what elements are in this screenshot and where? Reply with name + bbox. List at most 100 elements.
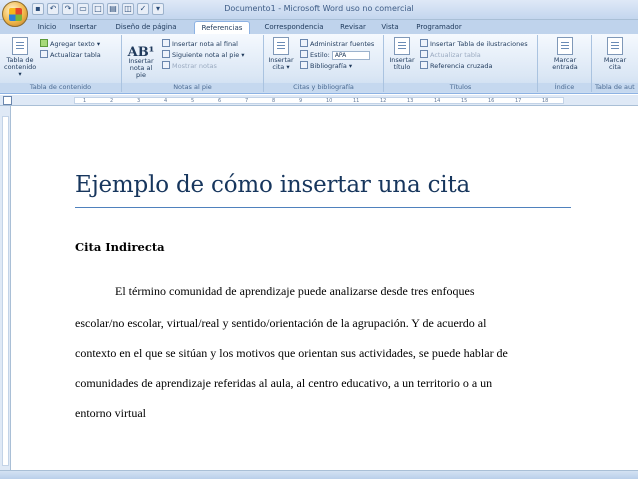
insert-endnote-label: Insertar nota al final (172, 40, 238, 48)
group-label-citations: Citas y bibliografía (264, 83, 383, 92)
insert-citation-button[interactable]: Insertar cita ▾ (266, 37, 296, 71)
style-label: Estilo: (310, 51, 330, 59)
insert-footnote-label: Insertar nota al pie (128, 57, 154, 79)
tab-inicio[interactable]: Inicio (33, 21, 61, 34)
title-underline (75, 207, 571, 208)
citation-style-select[interactable]: Estilo: APA (300, 50, 370, 60)
show-notes-label: Mostrar notas (172, 62, 217, 70)
ruler-mark: 11 (353, 98, 360, 104)
table-of-figures-icon (420, 39, 428, 47)
ruler-mark: 1 (83, 98, 87, 104)
insert-citation-label: Insertar cita ▾ (268, 56, 294, 71)
group-notas-al-pie: AB¹ Insertar nota al pie Insertar nota a… (122, 35, 264, 92)
ruler-bar: 1 2 3 4 5 6 7 8 9 10 11 12 13 14 15 16 17 18 (74, 97, 564, 104)
endnote-icon (162, 39, 170, 47)
title-bar: ▪ ↶ ↷ ▭ □ ▤ ◫ ✓ ▾ Documento1 - Microsoft Word us… (0, 0, 638, 27)
bibliography-label: Bibliografía ▾ (310, 62, 353, 70)
tab-programador[interactable]: Programador (410, 21, 468, 34)
tab-insertar[interactable]: Insertar (66, 21, 100, 34)
cross-reference-button[interactable]: Referencia cruzada (420, 61, 492, 71)
table-of-contents-icon (12, 37, 28, 55)
vertical-ruler-bar (2, 116, 9, 466)
update-table-icon (40, 50, 48, 58)
bibliography-icon (300, 61, 308, 69)
cross-reference-label: Referencia cruzada (430, 62, 493, 70)
manage-sources-button[interactable]: Administrar fuentes (300, 39, 374, 49)
next-footnote-label: Siguiente nota al pie ▾ (172, 51, 245, 59)
style-combo[interactable]: APA (331, 50, 370, 60)
update-figures-table-button[interactable]: Actualizar tabla (420, 50, 481, 60)
ruler-mark: 4 (164, 98, 168, 104)
insert-caption-icon (394, 37, 410, 55)
tab-selector-icon[interactable] (3, 96, 12, 105)
update-figures-icon (420, 50, 428, 58)
mark-citation-button[interactable]: Marcar cita (598, 37, 632, 71)
group-label-toc: Tabla de contenido (0, 83, 121, 92)
tab-correspondencia[interactable]: Correspondencia (258, 21, 330, 34)
footnote-ab-icon: AB¹ (127, 45, 155, 60)
add-text-label: Agregar texto ▾ (50, 40, 101, 48)
horizontal-ruler[interactable]: 1 2 3 4 5 6 7 8 9 10 11 12 13 14 15 16 17 18 (0, 95, 638, 106)
group-label-index: Índice (538, 83, 591, 92)
office-logo-icon (9, 8, 22, 21)
next-footnote-icon (162, 50, 170, 58)
status-bar (0, 470, 638, 479)
bibliography-button[interactable]: Bibliografía ▾ (300, 61, 352, 71)
document-page[interactable]: Ejemplo de cómo insertar una cita Cita I… (12, 106, 638, 470)
ruler-mark: 12 (380, 98, 387, 104)
add-text-button[interactable]: Agregar texto ▾ (40, 39, 100, 49)
ruler-mark: 3 (137, 98, 141, 104)
manage-sources-icon (300, 39, 308, 47)
section-heading: Cita Indirecta (75, 240, 165, 254)
tab-revisar[interactable]: Revisar (336, 21, 370, 34)
office-button[interactable] (2, 1, 28, 27)
insert-caption-button[interactable]: Insertar título (388, 37, 416, 71)
paragraph-line: entorno virtual (75, 406, 146, 420)
mark-citation-label: Marcar cita (603, 56, 627, 71)
mark-citation-icon (607, 37, 623, 55)
group-label-footnotes: Notas al pie (122, 83, 263, 92)
window-title: Documento1 - Microsoft Word uso no comer… (224, 4, 414, 13)
manage-sources-label: Administrar fuentes (310, 40, 375, 48)
ruler-mark: 8 (272, 98, 276, 104)
ruler-mark: 15 (461, 98, 468, 104)
insert-footnote-button[interactable]: AB¹ Insertar nota al pie (124, 45, 158, 79)
ruler-mark: 16 (488, 98, 495, 104)
update-table-button[interactable]: Actualizar tabla (40, 50, 101, 60)
group-citas-y-bibliografia: Insertar cita ▾ Administrar fuentes Esti… (264, 35, 384, 92)
show-notes-icon (162, 61, 170, 69)
ribbon: Tabla de contenido ▾ Agregar texto ▾ Act… (0, 34, 638, 94)
table-of-figures-label: Insertar Tabla de ilustraciones (430, 40, 528, 48)
update-table-label: Actualizar tabla (50, 51, 101, 59)
insert-table-of-figures-button[interactable]: Insertar Tabla de ilustraciones (420, 39, 528, 49)
group-label-captions: Títulos (384, 83, 537, 92)
group-indice: Marcar entrada Índice (538, 35, 592, 92)
mark-entry-label: Marcar entrada (552, 56, 578, 71)
mark-entry-button[interactable]: Marcar entrada (546, 37, 584, 71)
insert-citation-icon (273, 37, 289, 55)
insert-endnote-button[interactable]: Insertar nota al final (162, 39, 238, 49)
tab-referencias[interactable]: Referencias (194, 21, 250, 34)
add-text-icon (40, 39, 48, 47)
table-of-contents-button[interactable]: Tabla de contenido ▾ (4, 37, 36, 78)
tab-diseno-de-pagina[interactable]: Diseño de página (106, 21, 186, 34)
paragraph-line: El término comunidad de aprendizaje pued… (115, 284, 475, 298)
ruler-mark: 7 (245, 98, 249, 104)
ruler-mark: 9 (299, 98, 303, 104)
vertical-ruler[interactable] (0, 106, 11, 470)
insert-caption-label: Insertar título (389, 56, 415, 71)
group-tabla-de-contenido: Tabla de contenido ▾ Agregar texto ▾ Act… (0, 35, 122, 92)
ribbon-tabs: Inicio Insertar Diseño de página Referen… (0, 20, 638, 34)
next-footnote-button[interactable]: Siguiente nota al pie ▾ (162, 50, 245, 60)
update-figures-label: Actualizar tabla (430, 51, 481, 59)
group-titulos: Insertar título Insertar Tabla de ilustr… (384, 35, 538, 92)
mark-entry-icon (557, 37, 573, 55)
table-of-contents-label: Tabla de contenido ▾ (4, 56, 37, 78)
ruler-mark: 5 (191, 98, 195, 104)
paragraph-line: contexto en el que se sitúan y los motiv… (75, 346, 508, 360)
ruler-mark: 13 (407, 98, 414, 104)
tab-vista[interactable]: Vista (378, 21, 402, 34)
cross-reference-icon (420, 61, 428, 69)
ruler-mark: 17 (515, 98, 522, 104)
show-notes-button[interactable]: Mostrar notas (162, 61, 217, 71)
